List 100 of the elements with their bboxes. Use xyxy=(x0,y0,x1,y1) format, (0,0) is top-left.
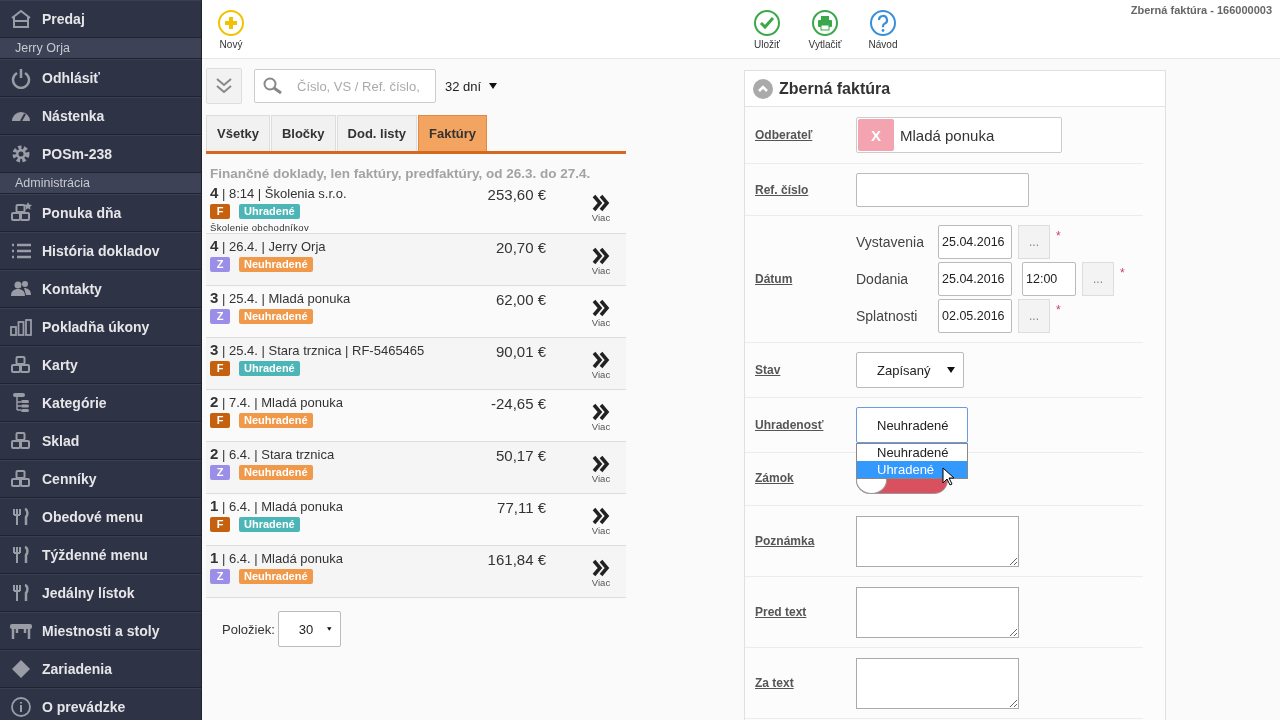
menu-icon xyxy=(10,354,32,376)
more-button[interactable]: Viac xyxy=(576,445,626,493)
field-label[interactable]: Pred text xyxy=(755,605,856,619)
sidebar-item[interactable]: Kontakty xyxy=(0,270,201,308)
menu-icon xyxy=(10,582,32,604)
status-tag: Neuhradené xyxy=(239,413,313,428)
sidebar-item[interactable]: Cenníky xyxy=(0,460,201,498)
document-note: Školenie obchodníkov xyxy=(210,222,310,233)
document-title: 1 | 6.4. | Mladá ponuka xyxy=(210,549,344,566)
search-input[interactable]: Číslo, VS / Ref. číslo, xyxy=(295,77,429,95)
sidebar-item[interactable]: Ponuka dňa xyxy=(0,194,201,232)
page-size-select[interactable]: 30 xyxy=(277,611,341,647)
type-tag: F xyxy=(210,361,230,376)
type-tag: F xyxy=(210,413,230,428)
sidebar-item[interactable]: Pokladňa úkony xyxy=(0,308,201,346)
sidebar-item[interactable]: Karty xyxy=(0,346,201,384)
sidebar-item[interactable]: Jedálny lístok xyxy=(0,574,201,612)
more-button[interactable]: Viac xyxy=(576,341,626,389)
type-tag: Z xyxy=(210,569,230,584)
more-button[interactable]: Viac xyxy=(576,237,626,285)
sidebar-item[interactable]: O prevádzke xyxy=(0,688,201,720)
menu-icon xyxy=(10,544,32,566)
sidebar-item[interactable]: História dokladov xyxy=(0,232,201,270)
toolbar-button[interactable]: Návod xyxy=(854,9,912,50)
status-tag: Neuhradené xyxy=(239,465,313,480)
field-label[interactable]: Za text xyxy=(755,676,856,690)
filter-tab[interactable]: Faktúry xyxy=(418,115,488,151)
document-amount: 161,84 € xyxy=(487,550,546,570)
document-amount: 50,17 € xyxy=(495,446,546,466)
type-tag: Z xyxy=(210,257,230,272)
sidebar-item[interactable]: Miestnosti a stoly xyxy=(0,612,201,650)
more-button[interactable]: Viac xyxy=(576,549,626,597)
date-label: Dodania xyxy=(856,271,910,287)
input-field[interactable] xyxy=(856,172,1029,207)
sidebar-item[interactable]: Zariadenia xyxy=(0,650,201,688)
search-field[interactable]: Číslo, VS / Ref. číslo, xyxy=(254,69,436,103)
sidebar-section-header: Administrácia xyxy=(0,173,201,194)
field-label[interactable]: Poznámka xyxy=(755,534,856,548)
field-label[interactable]: Ref. číslo xyxy=(755,182,856,197)
period-dropdown[interactable]: 32 dní xyxy=(445,78,498,94)
document-amount: 253,60 € xyxy=(487,185,546,205)
menu-icon xyxy=(10,506,32,528)
sidebar-section-header: Jerry Orja xyxy=(0,38,201,59)
menu-icon xyxy=(10,202,32,224)
status-tag: Neuhradené xyxy=(239,569,313,584)
filter-tab[interactable]: Všetky xyxy=(206,115,270,151)
menu-icon xyxy=(10,658,32,680)
page-size-label: Položiek: xyxy=(222,621,275,637)
form-title: Zberná faktúra xyxy=(779,79,891,98)
filter-tab[interactable]: Dod. listy xyxy=(336,115,418,151)
sidebar-item[interactable]: Kategórie xyxy=(0,384,201,422)
list-caption: Finančné doklady, len faktúry, predfaktúry, od 26.3. do 27.4. xyxy=(210,166,592,181)
sidebar-item[interactable]: Obedové menu xyxy=(0,498,201,536)
more-button[interactable]: Viac xyxy=(576,184,626,233)
collapse-icon[interactable] xyxy=(753,78,773,99)
text-area[interactable] xyxy=(856,586,1019,638)
double-chevron-icon xyxy=(592,454,610,473)
type-tag: Z xyxy=(210,309,230,324)
field-label[interactable]: Odberateľ xyxy=(755,128,856,142)
menu-icon xyxy=(10,67,32,89)
sidebar-item[interactable]: Sklad xyxy=(0,422,201,460)
document-amount: 77,11 € xyxy=(497,498,546,518)
toolbar-button[interactable]: Vytlačiť xyxy=(796,9,854,50)
toolbar-button[interactable]: Uložiť xyxy=(738,9,796,50)
status-select[interactable]: Zapísaný xyxy=(856,352,964,388)
field-label[interactable]: Dátum xyxy=(755,272,856,286)
status-tag: Uhradené xyxy=(239,204,300,219)
sidebar-item[interactable]: Nástenka xyxy=(0,97,201,135)
caret-icon xyxy=(327,625,332,633)
date-label: Splatnosti xyxy=(856,308,919,324)
more-button[interactable]: Viac xyxy=(576,289,626,337)
date-field[interactable]: 02.05.2016 xyxy=(938,299,1012,333)
status-tag: Neuhradené xyxy=(239,257,313,272)
text-area[interactable] xyxy=(856,515,1019,567)
more-button[interactable]: Viac xyxy=(576,393,626,441)
collapse-button[interactable] xyxy=(206,68,242,104)
field-label[interactable]: Uhradenosť xyxy=(755,418,856,432)
date-field[interactable]: 25.04.2016 xyxy=(938,262,1012,296)
printer-icon xyxy=(811,9,839,37)
sidebar-item[interactable]: Týždenné menu xyxy=(0,536,201,574)
menu-icon xyxy=(10,316,32,338)
document-amount: -24,65 € xyxy=(490,394,546,414)
filter-tab[interactable]: Bločky xyxy=(270,115,336,151)
more-button[interactable]: Viac xyxy=(576,497,626,545)
double-chevron-icon xyxy=(592,246,610,265)
customer-field[interactable]: X Mladá ponuka xyxy=(856,117,1062,153)
type-tag: Z xyxy=(210,465,230,480)
toolbar-button[interactable]: Nový xyxy=(202,9,260,50)
dropdown-option[interactable]: Neuhradené xyxy=(857,444,967,461)
payment-select[interactable]: Neuhradené xyxy=(856,407,968,443)
sidebar-item[interactable]: Odhlásiť xyxy=(0,59,201,97)
text-area[interactable] xyxy=(856,657,1019,709)
status-tag: Uhradené xyxy=(239,361,300,376)
time-field[interactable]: 12:00 xyxy=(1022,262,1076,296)
date-field[interactable]: 25.04.2016 xyxy=(938,225,1012,259)
document-title: 4 | 8:14 | Školenia s.r.o. xyxy=(210,184,348,201)
required-mark: * xyxy=(1056,229,1061,243)
field-label[interactable]: Zámok xyxy=(755,471,856,485)
menu-icon xyxy=(10,8,32,30)
field-label[interactable]: Stav xyxy=(755,363,856,377)
